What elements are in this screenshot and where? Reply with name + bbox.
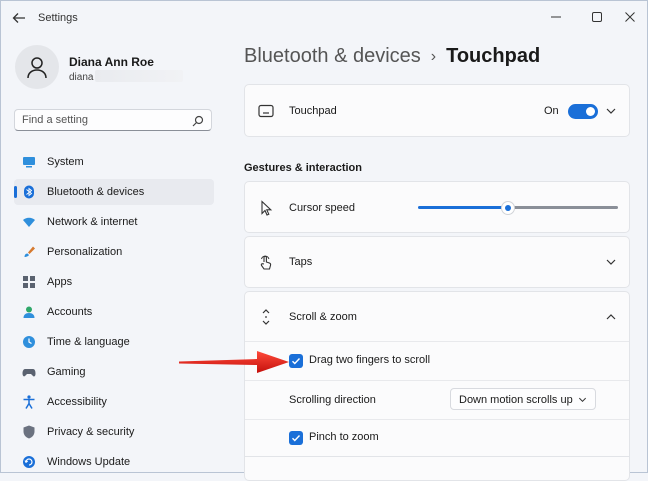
sidebar-item-label: Privacy & security [47, 426, 135, 438]
toggle-knob [586, 107, 595, 116]
sidebar-item-windows-update[interactable]: Windows Update [14, 449, 214, 475]
shield-icon [23, 425, 35, 439]
window-title: Settings [38, 12, 78, 24]
sidebar-item-accounts[interactable]: Accounts [14, 299, 214, 325]
slider-track-remaining [508, 206, 618, 209]
taps-card[interactable]: Taps [244, 236, 630, 288]
sidebar-item-label: Time & language [47, 336, 130, 348]
touchpad-toggle[interactable] [568, 104, 598, 119]
touchpad-icon [258, 104, 274, 118]
active-indicator [14, 186, 17, 198]
paintbrush-icon [24, 246, 35, 257]
checkmark-icon [292, 435, 301, 442]
scroll-arrows-icon [262, 309, 270, 325]
scrolling-direction-label: Scrolling direction [289, 394, 376, 406]
breadcrumb-separator: › [430, 48, 437, 65]
sidebar-item-label: Bluetooth & devices [47, 186, 145, 198]
chevron-down-icon[interactable] [605, 105, 617, 117]
tap-gesture-icon [260, 255, 272, 270]
divider [245, 456, 629, 457]
pinch-to-zoom-label: Pinch to zoom [309, 431, 379, 443]
scroll-zoom-label[interactable]: Scroll & zoom [289, 311, 357, 323]
touchpad-label: Touchpad [289, 105, 337, 117]
sidebar-item-personalization[interactable]: Personalization [14, 239, 214, 265]
chevron-up-icon[interactable] [605, 311, 617, 323]
breadcrumb-parent[interactable]: Bluetooth & devices [244, 45, 421, 67]
close-button[interactable] [615, 6, 645, 28]
sidebar-item-label: Accessibility [47, 396, 107, 408]
close-icon [625, 12, 635, 22]
sidebar-item-label: Network & internet [47, 216, 138, 228]
account-icon [23, 306, 35, 318]
sidebar-item-label: Windows Update [47, 456, 131, 468]
sidebar-item-label: System [47, 156, 84, 168]
touchpad-card[interactable]: Touchpad On [244, 84, 630, 137]
taps-label: Taps [289, 256, 313, 268]
search-input[interactable] [22, 113, 182, 127]
chevron-down-icon [578, 397, 587, 403]
avatar[interactable] [15, 45, 59, 89]
pinch-to-zoom-checkbox[interactable] [289, 431, 303, 445]
email-redaction [95, 70, 184, 82]
sidebar-item-accessibility[interactable]: Accessibility [14, 389, 214, 415]
dropdown-selected-value: Down motion scrolls up [459, 394, 573, 406]
search-box[interactable] [14, 109, 212, 131]
checkmark-icon [292, 358, 301, 365]
annotation-arrow [179, 351, 289, 373]
accessibility-icon [23, 395, 35, 409]
minimize-button[interactable] [541, 6, 571, 28]
cursor-speed-slider-thumb[interactable] [501, 201, 515, 215]
drag-two-fingers-checkbox[interactable] [289, 354, 303, 368]
breadcrumb: Bluetooth & devices › Touchpad [244, 45, 540, 68]
profile-email-prefix: diana [69, 72, 94, 83]
search-icon[interactable] [192, 115, 204, 127]
cursor-speed-card: Cursor speed [244, 181, 630, 233]
sidebar-item-label: Personalization [47, 246, 123, 258]
bluetooth-icon [24, 185, 34, 199]
chevron-down-icon[interactable] [605, 256, 617, 268]
sidebar-item-privacy-security[interactable]: Privacy & security [14, 419, 214, 445]
sidebar-item-label: Accounts [47, 306, 93, 318]
sidebar-item-label: Gaming [47, 366, 86, 378]
slider-track-filled [418, 206, 508, 209]
wifi-icon [23, 217, 35, 227]
sidebar-item-apps[interactable]: Apps [14, 269, 214, 295]
profile-name: Diana Ann Roe [69, 55, 154, 69]
sidebar-item-system[interactable]: System [14, 149, 214, 175]
section-title: Gestures & interaction [244, 162, 362, 174]
gamepad-icon [22, 369, 36, 377]
minimize-icon [551, 16, 561, 18]
monitor-icon [23, 157, 35, 168]
sidebar-item-label: Apps [47, 276, 73, 288]
scrolling-direction-dropdown[interactable]: Down motion scrolls up [450, 388, 596, 410]
title-bar: Settings [1, 1, 647, 35]
toggle-state-label: On [544, 105, 559, 117]
scrolling-direction-row: Scrolling direction Down motion scrolls … [245, 381, 629, 420]
update-icon [23, 456, 35, 468]
profile-email: diana [69, 70, 184, 83]
page-title: Touchpad [446, 45, 541, 67]
maximize-icon [592, 12, 602, 22]
maximize-button[interactable] [582, 6, 612, 28]
user-icon [27, 57, 47, 79]
globe-clock-icon [23, 336, 35, 348]
back-arrow-icon[interactable] [11, 10, 27, 26]
drag-two-fingers-row: Drag two fingers to scroll [245, 342, 629, 381]
cursor-icon [261, 200, 273, 216]
apps-icon [23, 276, 35, 288]
cursor-speed-label: Cursor speed [289, 202, 356, 214]
sidebar-item-network-internet[interactable]: Network & internet [14, 209, 214, 235]
drag-two-fingers-label: Drag two fingers to scroll [309, 354, 431, 366]
sidebar-item-bluetooth-devices[interactable]: Bluetooth & devices [14, 179, 214, 205]
pinch-to-zoom-row: Pinch to zoom [245, 420, 629, 456]
